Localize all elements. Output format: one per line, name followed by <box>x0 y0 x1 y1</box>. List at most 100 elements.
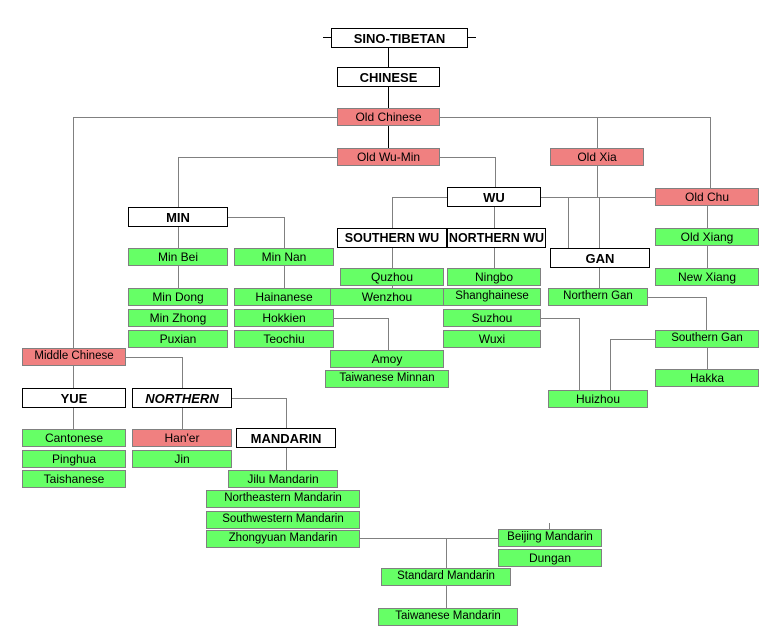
node-southern-gan[interactable]: Southern Gan <box>655 330 759 348</box>
node-hokkien[interactable]: Hokkien <box>234 309 334 327</box>
node-min[interactable]: MIN <box>128 207 228 227</box>
node-northeastern-mandarin[interactable]: Northeastern Mandarin <box>206 490 360 508</box>
node-min-nan[interactable]: Min Nan <box>234 248 334 266</box>
node-old-wu-min[interactable]: Old Wu-Min <box>337 148 440 166</box>
connector-oldchinese-oldchu <box>710 117 711 188</box>
connector-oldwumin-wu-v <box>495 157 496 187</box>
node-min-dong[interactable]: Min Dong <box>128 288 228 306</box>
node-standard-mandarin[interactable]: Standard Mandarin <box>381 568 511 586</box>
node-teochiu[interactable]: Teochiu <box>234 330 334 348</box>
connector-southerngan-hakka <box>707 348 708 369</box>
node-southern-wu[interactable]: SOUTHERN WU <box>337 228 447 248</box>
node-puxian[interactable]: Puxian <box>128 330 228 348</box>
node-northern[interactable]: NORTHERN <box>132 388 232 408</box>
node-old-chu[interactable]: Old Chu <box>655 188 759 206</box>
node-hainanese[interactable]: Hainanese <box>234 288 334 306</box>
node-min-zhong[interactable]: Min Zhong <box>128 309 228 327</box>
node-shanghainese[interactable]: Shanghainese <box>443 288 541 306</box>
node-label: Jin <box>174 452 190 466</box>
node-chinese[interactable]: CHINESE <box>337 67 440 87</box>
connector-oldchinese-middlechinese-drop <box>73 117 74 358</box>
connector-sinotibetan-chinese <box>388 48 389 67</box>
node-beijing-mandarin[interactable]: Beijing Mandarin <box>498 529 602 547</box>
node-label: Beijing Mandarin <box>507 531 593 544</box>
node-label: Quzhou <box>370 270 414 284</box>
node-label: YUE <box>60 390 88 406</box>
node-sino-tibetan[interactable]: SINO-TIBETAN <box>331 28 468 48</box>
connector-northerngan-southerngan-h <box>648 297 707 298</box>
node-new-xiang[interactable]: New Xiang <box>655 268 759 286</box>
node-label: Wenzhou <box>361 290 413 304</box>
node-wu[interactable]: WU <box>447 187 541 207</box>
connector-oldxiang-newxiang <box>707 246 708 268</box>
connector-oldchinese-bus-right <box>440 117 710 118</box>
node-northern-wu[interactable]: NORTHERN WU <box>447 228 546 248</box>
node-yue[interactable]: YUE <box>22 388 126 408</box>
connector-suzhou-huizhou-h <box>541 318 580 319</box>
connector-zhongyuan-beijing-h <box>360 538 499 539</box>
node-mandarin[interactable]: MANDARIN <box>236 428 336 448</box>
connector-min-minbei <box>178 227 179 248</box>
connector-oldchu-oldxiang <box>707 206 708 228</box>
node-label: Old Xiang <box>680 230 734 244</box>
node-label: Taiwanese Minnan <box>339 372 435 385</box>
node-label: Min Bei <box>157 250 198 264</box>
node-label: GAN <box>585 250 615 266</box>
node-label: NORTHERN WU <box>448 230 545 245</box>
node-taiwanese-mandarin[interactable]: Taiwanese Mandarin <box>378 608 518 626</box>
connector-mandarin-jilumandarin <box>286 448 287 470</box>
connector-hokkien-amoy-v <box>388 318 389 350</box>
node-dungan[interactable]: Dungan <box>498 549 602 567</box>
node-label: Northeastern Mandarin <box>224 492 342 505</box>
node-label: Han'er <box>164 431 200 445</box>
connector-standard-taiwanese <box>446 586 447 608</box>
node-jilu-mandarin[interactable]: Jilu Mandarin <box>228 470 338 488</box>
node-jin[interactable]: Jin <box>132 450 232 468</box>
node-label: Taishanese <box>43 472 105 486</box>
node-label: Old Wu-Min <box>356 150 421 164</box>
node-old-xia[interactable]: Old Xia <box>550 148 644 166</box>
node-label: Cantonese <box>44 431 104 445</box>
node-label: Wuxi <box>478 332 506 346</box>
connector-oldchu-gan-v <box>568 197 569 248</box>
node-pinghua[interactable]: Pinghua <box>22 450 126 468</box>
connector-minbei-mindong <box>178 266 179 288</box>
node-label: Southwestern Mandarin <box>222 513 344 526</box>
node-label: Hokkien <box>262 311 306 325</box>
connector-northernwu-ningbo <box>494 248 495 268</box>
node-taiwanese-minnan[interactable]: Taiwanese Minnan <box>325 370 449 388</box>
node-label: Northern Gan <box>563 290 633 303</box>
node-wenzhou[interactable]: Wenzhou <box>330 288 444 306</box>
node-southwestern-mandarin[interactable]: Southwestern Mandarin <box>206 511 360 529</box>
connector-oldchinese-bus-left <box>73 117 337 118</box>
node-northern-gan[interactable]: Northern Gan <box>548 288 648 306</box>
node-label: Min Zhong <box>149 311 207 325</box>
node-old-chinese[interactable]: Old Chinese <box>337 108 440 126</box>
node-old-xiang[interactable]: Old Xiang <box>655 228 759 246</box>
node-middle-chinese[interactable]: Middle Chinese <box>22 348 126 366</box>
node-suzhou[interactable]: Suzhou <box>443 309 541 327</box>
node-ningbo[interactable]: Ningbo <box>447 268 541 286</box>
node-label: Ningbo <box>474 270 514 284</box>
connector-northern-mandarin-v <box>286 398 287 428</box>
node-label: Old Chinese <box>355 110 422 124</box>
node-wuxi[interactable]: Wuxi <box>443 330 541 348</box>
node-quzhou[interactable]: Quzhou <box>340 268 444 286</box>
node-hakka[interactable]: Hakka <box>655 369 759 387</box>
node-cantonese[interactable]: Cantonese <box>22 429 126 447</box>
node-zhongyuan-mandarin[interactable]: Zhongyuan Mandarin <box>206 530 360 548</box>
connector-chinese-oldchinese <box>388 87 389 108</box>
node-min-bei[interactable]: Min Bei <box>128 248 228 266</box>
node-huizhou[interactable]: Huizhou <box>548 390 648 408</box>
connector-oldchu-gan-h <box>568 197 656 198</box>
connector-oldchinese-oldxia <box>597 117 598 148</box>
node-label: Amoy <box>371 352 403 366</box>
node-taishanese[interactable]: Taishanese <box>22 470 126 488</box>
node-amoy[interactable]: Amoy <box>330 350 444 368</box>
node-label: Teochiu <box>263 332 305 346</box>
node-label: New Xiang <box>677 270 737 284</box>
connector-beijing-standard-v <box>446 538 447 568</box>
node-gan[interactable]: GAN <box>550 248 650 268</box>
node-haner[interactable]: Han'er <box>132 429 232 447</box>
node-label: NORTHERN <box>145 390 219 406</box>
